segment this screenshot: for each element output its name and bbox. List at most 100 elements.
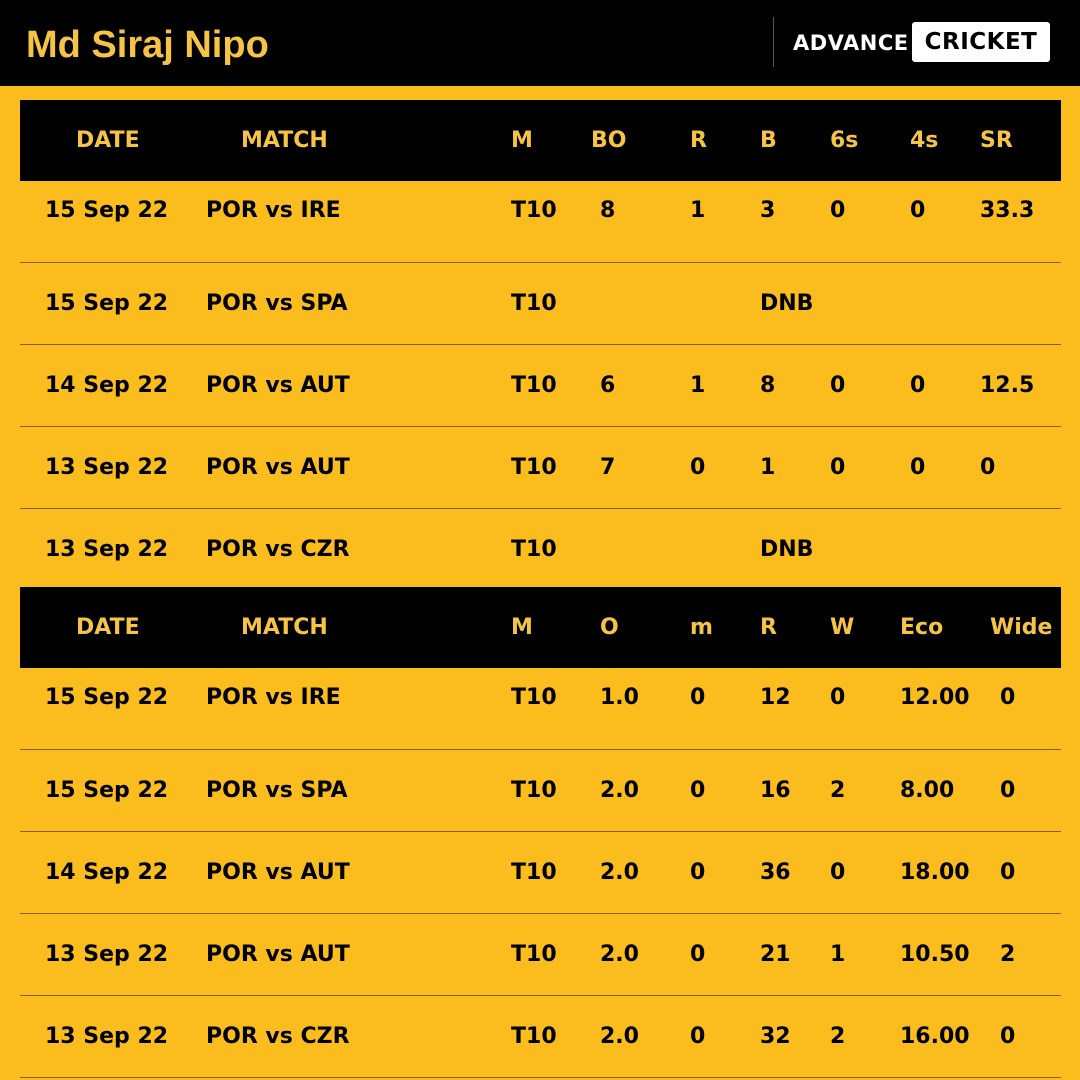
cell-wides: 0 <box>1000 860 1016 885</box>
cell-wides: 2 <box>1000 942 1016 967</box>
cell-date: 15 Sep 22 <box>45 778 169 803</box>
cell-wickets: 1 <box>830 942 846 967</box>
cell-sixes: 0 <box>830 455 846 480</box>
cell-runs: 16 <box>760 778 791 803</box>
header-divider <box>773 17 774 67</box>
cell-runs: 21 <box>760 942 791 967</box>
batting-table: DATE MATCH M BO R B 6s 4s SR 15 Sep 22 P… <box>20 100 1061 591</box>
col-batting-order: BO <box>591 128 627 153</box>
col-balls: B <box>760 128 777 153</box>
cell-wickets: 2 <box>830 778 846 803</box>
bowling-table-header: DATE MATCH M O m R W Eco Wide <box>20 587 1061 668</box>
cell-dnb: DNB <box>760 291 814 316</box>
cell-match: POR vs CZR <box>206 1024 350 1049</box>
cell-match: POR vs AUT <box>206 860 350 885</box>
table-row: 13 Sep 22 POR vs CZR T10 DNB <box>20 509 1061 591</box>
cell-date: 13 Sep 22 <box>45 537 169 562</box>
cell-format: T10 <box>511 373 557 398</box>
cell-runs: 36 <box>760 860 791 885</box>
cell-fours: 0 <box>910 455 926 480</box>
cell-dnb: DNB <box>760 537 814 562</box>
cell-match: POR vs AUT <box>206 942 350 967</box>
cell-sixes: 0 <box>830 198 846 223</box>
cell-date: 15 Sep 22 <box>45 685 169 710</box>
cell-match: POR vs AUT <box>206 455 350 480</box>
col-fours: 4s <box>910 128 939 153</box>
cell-date: 15 Sep 22 <box>45 198 169 223</box>
cell-date: 13 Sep 22 <box>45 1024 169 1049</box>
col-match: MATCH <box>241 615 328 640</box>
table-row: 13 Sep 22 POR vs AUT T10 7 0 1 0 0 0 <box>20 427 1061 509</box>
cell-economy: 16.00 <box>900 1024 970 1049</box>
cell-match: POR vs CZR <box>206 537 350 562</box>
cell-balls: 8 <box>760 373 776 398</box>
table-row: 14 Sep 22 POR vs AUT T10 6 1 8 0 0 12.5 <box>20 345 1061 427</box>
cell-runs: 1 <box>690 198 706 223</box>
cell-balls: 1 <box>760 455 776 480</box>
col-wides: Wide <box>990 615 1053 640</box>
cell-wickets: 0 <box>830 860 846 885</box>
cell-economy: 18.00 <box>900 860 970 885</box>
cell-fours: 0 <box>910 198 926 223</box>
col-economy: Eco <box>900 615 944 640</box>
cell-overs: 1.0 <box>600 685 639 710</box>
cell-format: T10 <box>511 778 557 803</box>
batting-table-header: DATE MATCH M BO R B 6s 4s SR <box>20 100 1061 181</box>
col-strike-rate: SR <box>980 128 1013 153</box>
table-row: 15 Sep 22 POR vs IRE T10 8 1 3 0 0 33.3 <box>20 181 1061 263</box>
col-sixes: 6s <box>830 128 859 153</box>
cell-overs: 2.0 <box>600 778 639 803</box>
cell-wickets: 0 <box>830 685 846 710</box>
cell-strike-rate: 12.5 <box>980 373 1035 398</box>
cell-date: 13 Sep 22 <box>45 455 169 480</box>
cell-overs: 2.0 <box>600 1024 639 1049</box>
cell-strike-rate: 33.3 <box>980 198 1035 223</box>
cell-maidens: 0 <box>690 942 706 967</box>
table-row: 13 Sep 22 POR vs AUT T10 2.0 0 21 1 10.5… <box>20 914 1061 996</box>
cell-strike-rate: 0 <box>980 455 996 480</box>
brand-logo-advance: ADVANCE <box>793 31 909 55</box>
cell-batting-order: 8 <box>600 198 616 223</box>
cell-format: T10 <box>511 942 557 967</box>
col-wickets: W <box>830 615 855 640</box>
table-row: 14 Sep 22 POR vs AUT T10 2.0 0 36 0 18.0… <box>20 832 1061 914</box>
cell-economy: 8.00 <box>900 778 955 803</box>
cell-batting-order: 7 <box>600 455 616 480</box>
cell-date: 13 Sep 22 <box>45 942 169 967</box>
cell-match: POR vs SPA <box>206 778 348 803</box>
cell-maidens: 0 <box>690 860 706 885</box>
col-runs: R <box>760 615 777 640</box>
cell-wides: 0 <box>1000 778 1016 803</box>
cell-economy: 10.50 <box>900 942 970 967</box>
cell-batting-order: 6 <box>600 373 616 398</box>
cell-wickets: 2 <box>830 1024 846 1049</box>
cell-match: POR vs SPA <box>206 291 348 316</box>
cell-date: 15 Sep 22 <box>45 291 169 316</box>
cell-maidens: 0 <box>690 778 706 803</box>
cell-runs: 32 <box>760 1024 791 1049</box>
cell-date: 14 Sep 22 <box>45 860 169 885</box>
cell-match: POR vs AUT <box>206 373 350 398</box>
cell-format: T10 <box>511 455 557 480</box>
cell-balls: 3 <box>760 198 776 223</box>
cell-format: T10 <box>511 860 557 885</box>
cell-maidens: 0 <box>690 1024 706 1049</box>
cell-sixes: 0 <box>830 373 846 398</box>
table-row: 13 Sep 22 POR vs CZR T10 2.0 0 32 2 16.0… <box>20 996 1061 1078</box>
header-bar: Md Siraj Nipo ADVANCE CRICKET <box>0 0 1080 86</box>
cell-format: T10 <box>511 1024 557 1049</box>
col-overs: O <box>600 615 619 640</box>
brand-logo-cricket: CRICKET <box>912 22 1050 62</box>
cell-format: T10 <box>511 537 557 562</box>
cell-fours: 0 <box>910 373 926 398</box>
cell-match: POR vs IRE <box>206 685 341 710</box>
col-format: M <box>511 615 533 640</box>
bowling-table: DATE MATCH M O m R W Eco Wide 15 Sep 22 … <box>20 587 1061 1078</box>
cell-overs: 2.0 <box>600 942 639 967</box>
cell-match: POR vs IRE <box>206 198 341 223</box>
col-date: DATE <box>76 128 140 153</box>
cell-runs: 0 <box>690 455 706 480</box>
col-match: MATCH <box>241 128 328 153</box>
cell-runs: 1 <box>690 373 706 398</box>
cell-overs: 2.0 <box>600 860 639 885</box>
